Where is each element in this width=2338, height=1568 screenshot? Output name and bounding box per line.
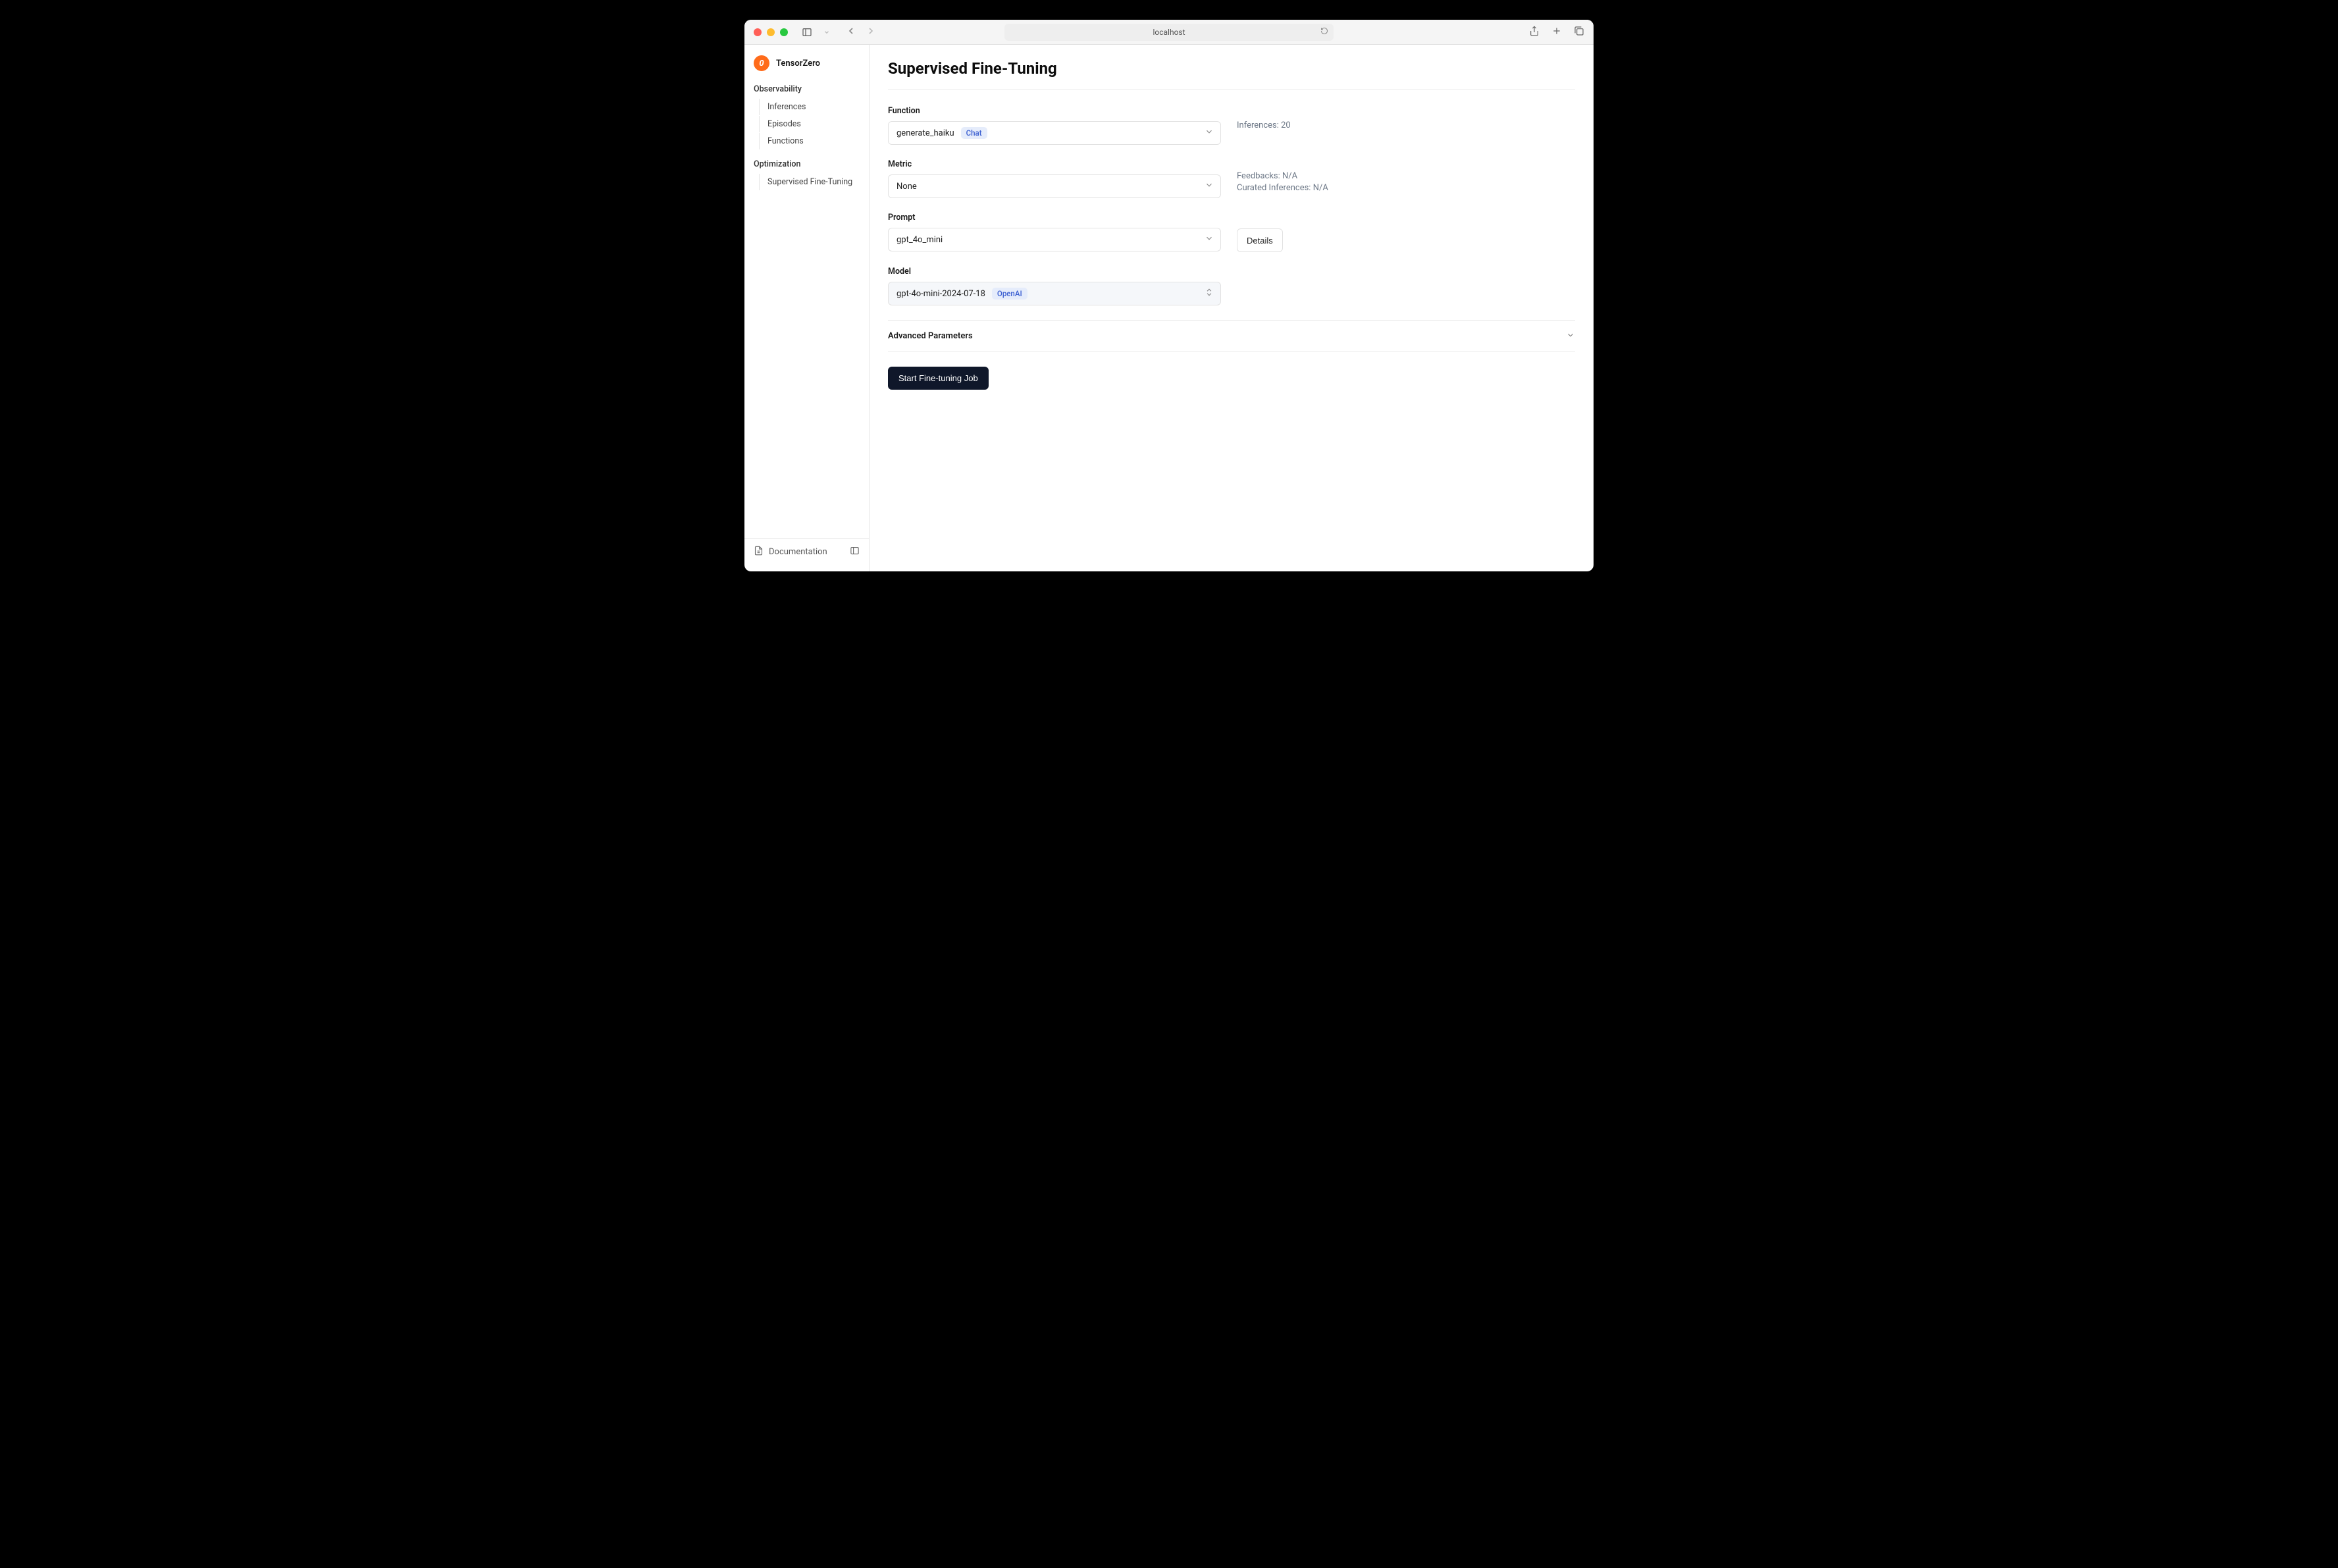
documentation-label: Documentation [769, 547, 827, 557]
model-badge: OpenAI [992, 288, 1027, 300]
documentation-link[interactable]: Documentation [754, 546, 827, 558]
metric-select[interactable]: None [888, 174, 1221, 198]
metric-label: Metric [888, 159, 1221, 169]
start-finetuning-button[interactable]: Start Fine-tuning Job [888, 367, 989, 390]
model-value: gpt-4o-mini-2024-07-18 [896, 289, 985, 299]
sidebar-toggle-icon[interactable] [800, 25, 814, 39]
inferences-info: Inferences: 20 [1237, 120, 1575, 130]
nav-section-optimization: Optimization [744, 155, 869, 173]
chevron-down-icon [1205, 127, 1214, 139]
advanced-title: Advanced Parameters [888, 331, 973, 341]
chevron-down-icon [1205, 234, 1214, 246]
nav-item-inferences[interactable]: Inferences [759, 99, 865, 115]
brand-name: TensorZero [776, 59, 820, 68]
tabs-icon[interactable] [1574, 26, 1584, 39]
feedbacks-info: Feedbacks: N/A [1237, 171, 1575, 181]
prompt-select[interactable]: gpt_4o_mini [888, 228, 1221, 251]
share-icon[interactable] [1529, 26, 1540, 39]
function-select[interactable]: generate_haiku Chat [888, 121, 1221, 145]
brand-logo: 0 [754, 55, 769, 71]
window-maximize-button[interactable] [780, 28, 788, 36]
function-value: generate_haiku [896, 128, 954, 138]
document-icon [754, 546, 764, 558]
collapse-sidebar-icon[interactable] [850, 546, 860, 558]
nav-item-functions[interactable]: Functions [759, 133, 865, 149]
nav-item-sft[interactable]: Supervised Fine-Tuning [759, 174, 865, 190]
function-badge: Chat [961, 127, 987, 139]
titlebar: localhost [744, 20, 1594, 45]
window-minimize-button[interactable] [767, 28, 775, 36]
chevron-down-icon[interactable] [819, 25, 834, 39]
brand[interactable]: 0 TensorZero [744, 51, 869, 80]
main-content: Supervised Fine-Tuning Function generate… [870, 45, 1594, 571]
model-select[interactable]: gpt-4o-mini-2024-07-18 OpenAI [888, 282, 1221, 305]
browser-window: localhost 0 TensorZero Observability Inf… [744, 20, 1594, 571]
nav-forward-button[interactable] [866, 26, 876, 39]
nav-item-episodes[interactable]: Episodes [759, 116, 865, 132]
window-close-button[interactable] [754, 28, 762, 36]
nav-back-button[interactable] [846, 26, 856, 39]
prompt-value: gpt_4o_mini [896, 235, 943, 245]
url-bar[interactable]: localhost [1004, 24, 1334, 41]
page-title: Supervised Fine-Tuning [888, 59, 1575, 90]
updown-icon [1205, 288, 1214, 300]
chevron-down-icon [1205, 180, 1214, 192]
new-tab-icon[interactable] [1551, 26, 1562, 39]
advanced-parameters-accordion[interactable]: Advanced Parameters [888, 320, 1575, 352]
reload-icon[interactable] [1320, 27, 1328, 37]
function-label: Function [888, 106, 1221, 116]
model-label: Model [888, 267, 1221, 276]
details-button[interactable]: Details [1237, 228, 1283, 252]
nav-section-observability: Observability [744, 80, 869, 98]
prompt-label: Prompt [888, 213, 1221, 222]
url-text: localhost [1153, 28, 1185, 37]
metric-value: None [896, 182, 917, 192]
traffic-lights [754, 28, 788, 36]
chevron-down-icon [1566, 330, 1575, 342]
sidebar: 0 TensorZero Observability Inferences Ep… [744, 45, 870, 571]
curated-info: Curated Inferences: N/A [1237, 183, 1575, 193]
